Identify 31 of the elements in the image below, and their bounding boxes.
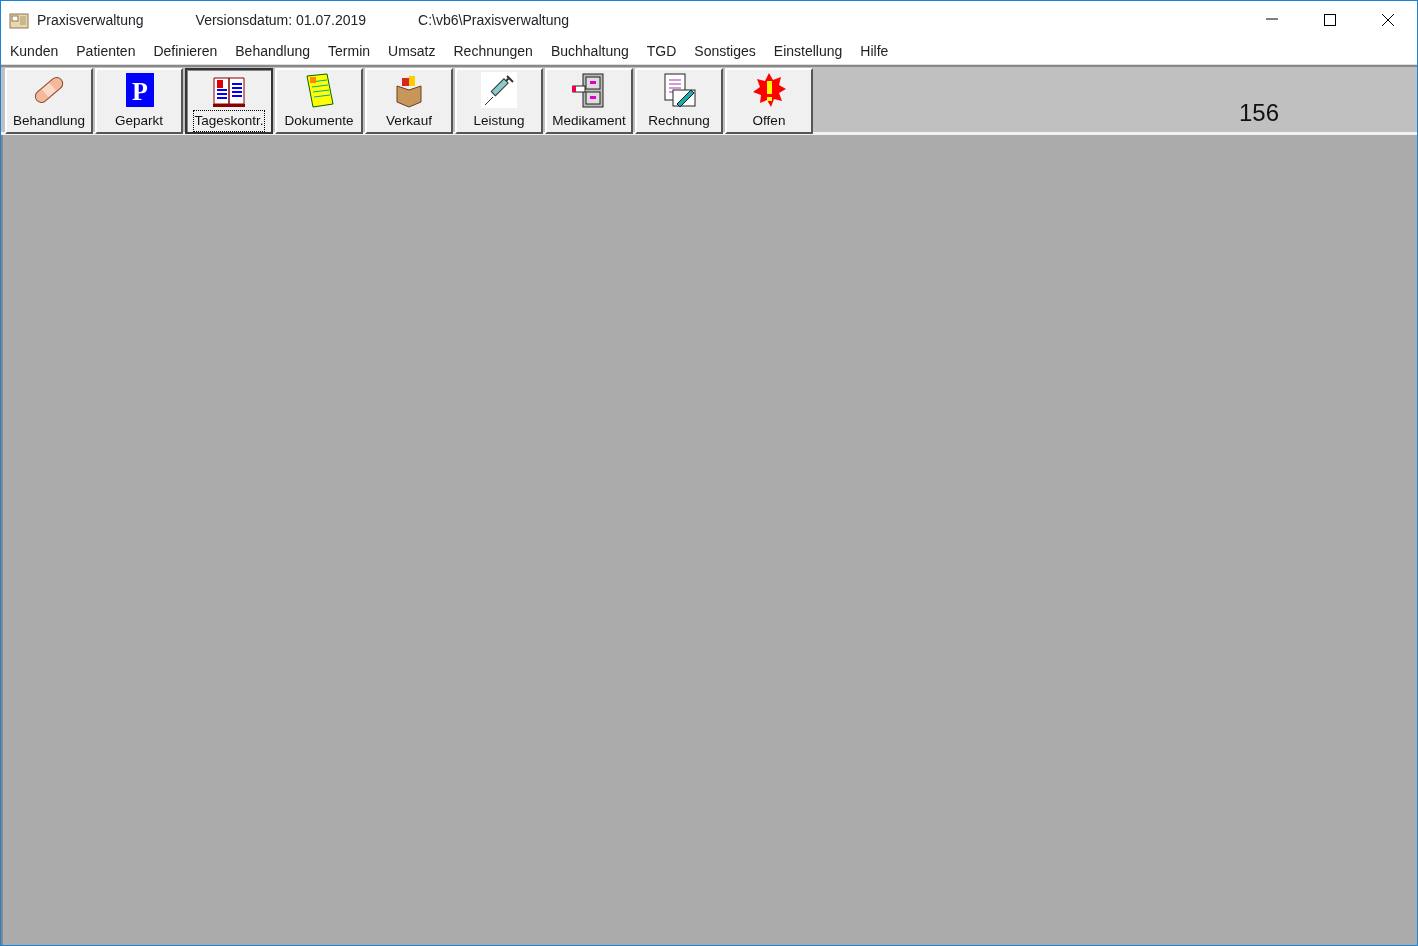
- window-title: Praxisverwaltung: [37, 10, 144, 30]
- toolbar-button[interactable]: Medikament: [545, 68, 633, 134]
- menu-item[interactable]: Hilfe: [851, 41, 898, 62]
- alert-icon: [751, 72, 787, 108]
- menu-item[interactable]: Einstellung: [764, 41, 852, 62]
- menu-item[interactable]: Buchhaltung: [541, 41, 638, 62]
- menu-item[interactable]: Patienten: [67, 41, 145, 62]
- toolbar-button[interactable]: Verkauf: [365, 68, 453, 134]
- toolbar-button[interactable]: Leistung: [455, 68, 543, 134]
- file-path: C:\vb6\Praxisverwaltung: [418, 10, 570, 30]
- menu-item[interactable]: Rechnungen: [444, 41, 542, 62]
- menu-item[interactable]: Definieren: [144, 41, 227, 62]
- toolbar-button[interactable]: P Geparkt: [95, 68, 183, 134]
- invoice-icon: [661, 72, 697, 108]
- file-cabinet-icon: [571, 72, 607, 108]
- toolbar-button[interactable]: Behandlung: [5, 68, 93, 134]
- toolbar-button[interactable]: Rechnung: [635, 68, 723, 134]
- toolbar-button[interactable]: Tageskontr.: [185, 68, 273, 134]
- menu-item[interactable]: Kunden: [1, 41, 68, 62]
- toolbar-button[interactable]: Dokumente: [275, 68, 363, 134]
- toolbar-button[interactable]: Offen: [725, 68, 813, 134]
- menu-item[interactable]: Termin: [319, 41, 380, 62]
- menu-item[interactable]: Sonstiges: [685, 41, 765, 62]
- close-icon: [1382, 14, 1394, 26]
- maximize-icon: [1324, 14, 1336, 26]
- menu-item[interactable]: Umsatz: [379, 41, 445, 62]
- version-date: Versionsdatum: 01.07.2019: [195, 10, 367, 30]
- counter-value: 156: [1238, 98, 1279, 128]
- menu-item[interactable]: TGD: [637, 41, 686, 62]
- syringe-icon: [481, 72, 517, 108]
- menu-item[interactable]: Behandlung: [226, 41, 320, 62]
